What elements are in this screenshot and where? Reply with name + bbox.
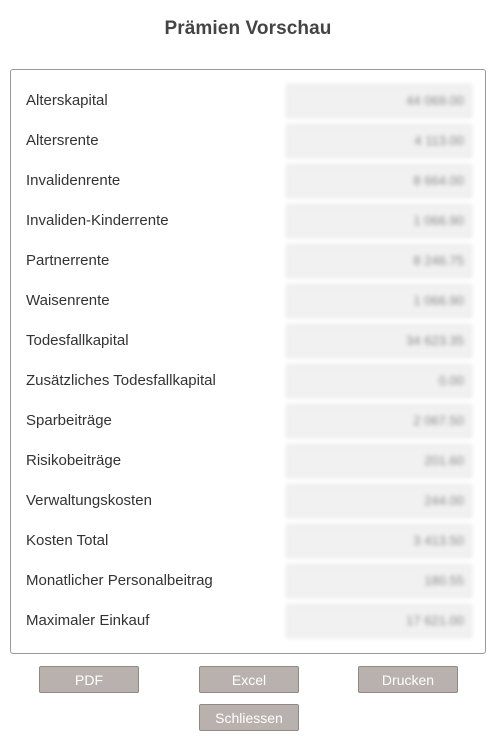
page-title: Prämien Vorschau <box>164 18 332 39</box>
premium-preview-panel: Alterskapital 44 069.00 Altersrente 4 113.0… <box>10 69 486 654</box>
preview-row: Kosten Total 3 413.50 <box>11 524 485 558</box>
row-value-field: 8 664.00 <box>286 164 472 198</box>
row-label: Invalidenrente <box>26 172 121 189</box>
row-label: Sparbeiträge <box>26 412 112 429</box>
print-button[interactable]: Drucken <box>358 666 458 693</box>
row-value-field: 4 113.00 <box>286 124 472 158</box>
row-label: Maximaler Einkauf <box>26 612 150 629</box>
row-label: Partnerrente <box>26 252 110 269</box>
row-value-field: 2 067.50 <box>286 404 472 438</box>
row-label: Kosten Total <box>26 532 109 549</box>
preview-row: Alterskapital 44 069.00 <box>11 84 485 118</box>
row-label: Verwaltungskosten <box>26 492 152 509</box>
row-label: Alterskapital <box>26 92 108 109</box>
preview-row: Invaliden-Kinderrente 1 066.90 <box>11 204 485 238</box>
row-value-field: 3 413.50 <box>286 524 472 558</box>
row-label: Zusätzliches Todesfallkapital <box>26 372 216 389</box>
preview-row: Invalidenrente 8 664.00 <box>11 164 485 198</box>
preview-row: Monatlicher Personalbeitrag 180.55 <box>11 564 485 598</box>
row-value-field: 201.60 <box>286 444 472 478</box>
row-value-field: 1 066.90 <box>286 284 472 318</box>
row-label: Risikobeiträge <box>26 452 122 469</box>
preview-row: Verwaltungskosten 244.00 <box>11 484 485 518</box>
row-label: Waisenrente <box>26 292 110 309</box>
row-label: Invaliden-Kinderrente <box>26 212 169 229</box>
row-value-field: 44 069.00 <box>286 84 472 118</box>
preview-row: Waisenrente 1 066.90 <box>11 284 485 318</box>
close-button[interactable]: Schliessen <box>199 704 299 731</box>
preview-row: Risikobeiträge 201.60 <box>11 444 485 478</box>
row-label: Altersrente <box>26 132 99 149</box>
excel-button[interactable]: Excel <box>199 666 299 693</box>
preview-row: Zusätzliches Todesfallkapital 0.00 <box>11 364 485 398</box>
row-value-field: 1 066.90 <box>286 204 472 238</box>
row-value-field: 34 623.35 <box>286 324 472 358</box>
preview-row: Altersrente 4 113.00 <box>11 124 485 158</box>
pdf-button[interactable]: PDF <box>39 666 139 693</box>
preview-row: Partnerrente 8 246.75 <box>11 244 485 278</box>
row-label: Monatlicher Personalbeitrag <box>26 572 213 589</box>
row-value-field: 8 246.75 <box>286 244 472 278</box>
preview-row: Todesfallkapital 34 623.35 <box>11 324 485 358</box>
row-value-field: 17 621.00 <box>286 604 472 638</box>
row-label: Todesfallkapital <box>26 332 129 349</box>
row-value-field: 244.00 <box>286 484 472 518</box>
row-value-field: 180.55 <box>286 564 472 598</box>
preview-row: Maximaler Einkauf 17 621.00 <box>11 604 485 638</box>
preview-row: Sparbeiträge 2 067.50 <box>11 404 485 438</box>
row-value-field: 0.00 <box>286 364 472 398</box>
